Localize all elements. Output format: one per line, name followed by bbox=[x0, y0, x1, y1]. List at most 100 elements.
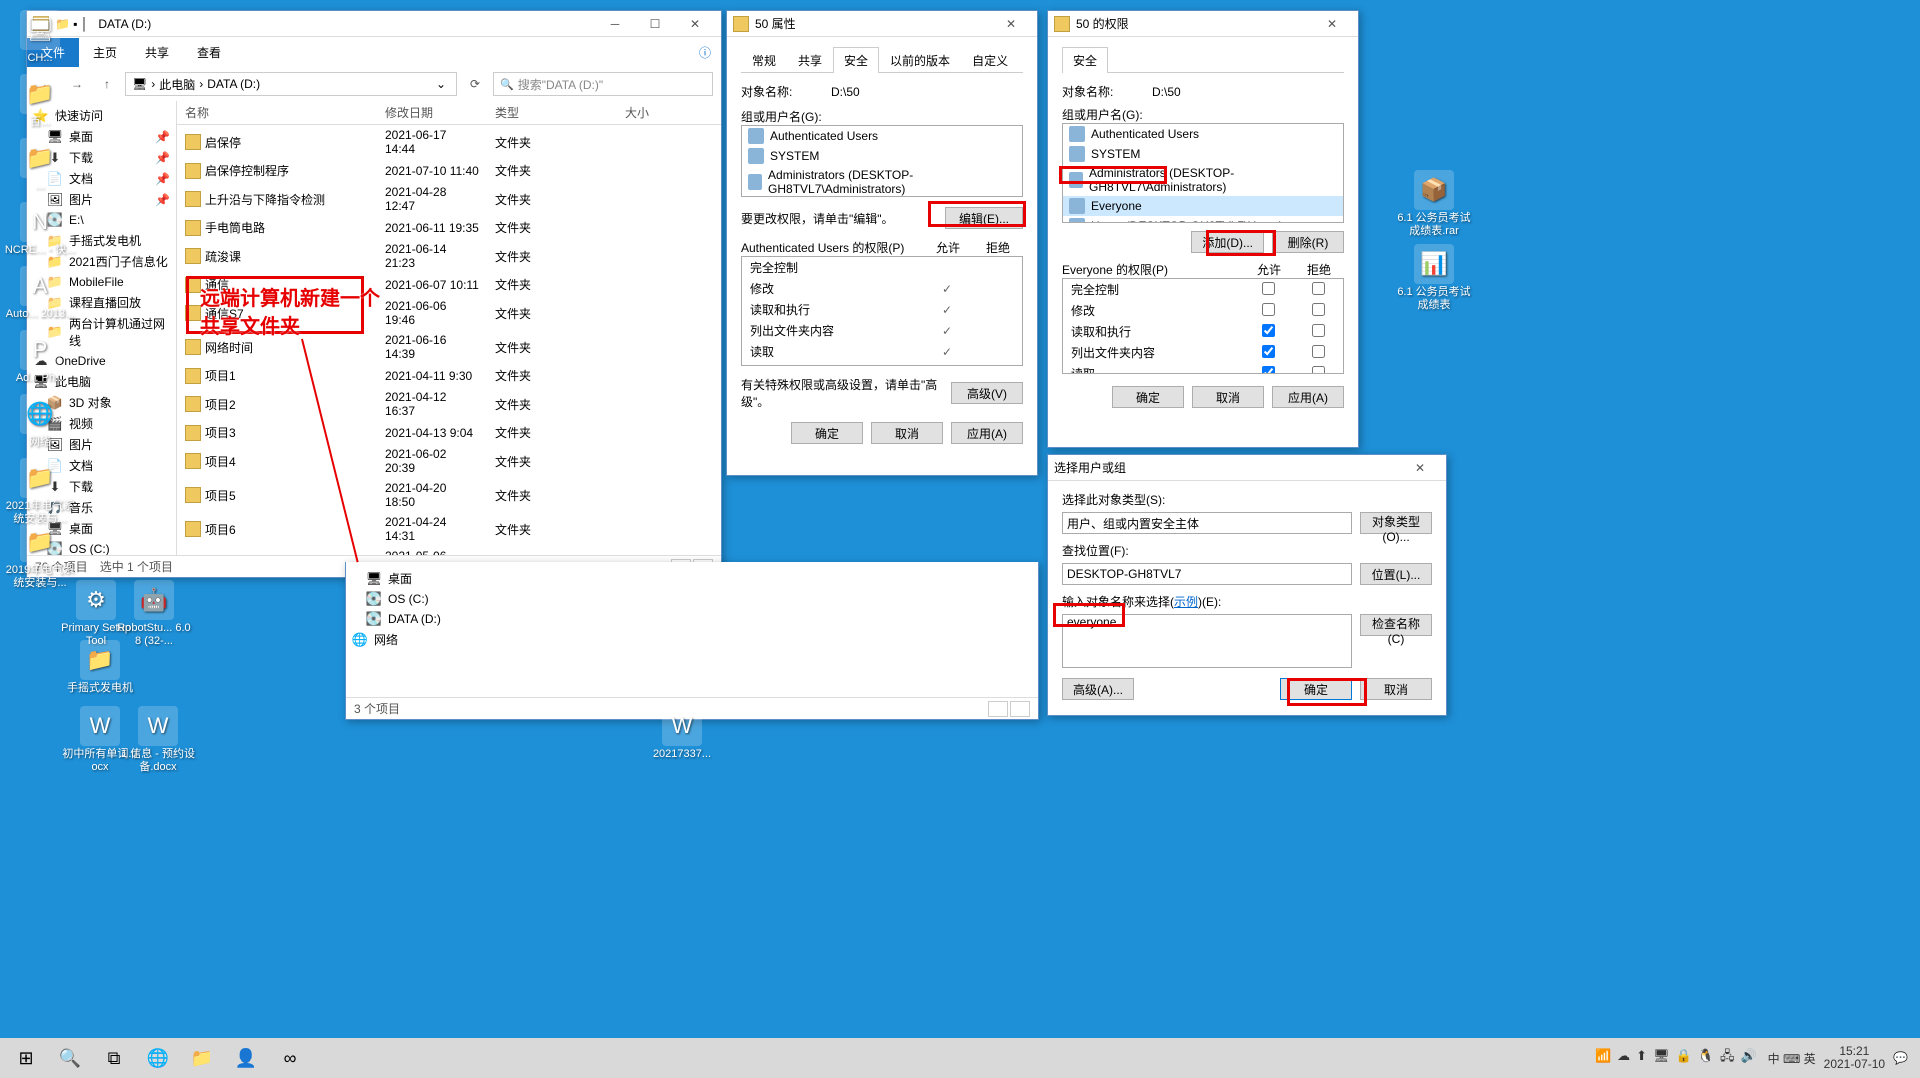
remove-button[interactable]: 删除(R) bbox=[1272, 231, 1344, 253]
desktop-icon[interactable]: NNCRE... - 快... bbox=[2, 202, 78, 257]
ok-button[interactable]: 确定 bbox=[791, 422, 863, 444]
desktop-icon[interactable]: 📦6.1 公务员考试成绩表.rar bbox=[1396, 170, 1472, 238]
tab[interactable]: 共享 bbox=[787, 47, 833, 73]
list-item[interactable]: Everyone bbox=[1063, 196, 1343, 216]
ribbon-tab[interactable]: 共享 bbox=[131, 38, 183, 67]
search-input[interactable]: 搜索"DATA (D:)" bbox=[493, 72, 713, 96]
titlebar[interactable]: 50 的权限 ✕ bbox=[1048, 11, 1358, 37]
file-row[interactable]: 启保停控制程序2021-07-10 11:40文件夹 bbox=[177, 159, 721, 182]
list-item[interactable]: Administrators (DESKTOP-GH8TVL7\Administ… bbox=[742, 166, 1022, 197]
desktop-icon[interactable]: 📁百... bbox=[2, 74, 78, 129]
ribbon-tab[interactable]: 主页 bbox=[79, 38, 131, 67]
tab-security[interactable]: 安全 bbox=[1062, 47, 1108, 73]
desktop-icon[interactable]: 🌐网络 bbox=[2, 394, 78, 449]
ok-button[interactable]: 确定 bbox=[1112, 386, 1184, 408]
task-view-button[interactable]: ⧉ bbox=[92, 1038, 136, 1078]
close-button[interactable]: ✕ bbox=[1400, 456, 1440, 480]
desktop-icon[interactable]: AAuto... 2013... bbox=[2, 266, 78, 321]
close-button[interactable]: ✕ bbox=[991, 12, 1031, 36]
file-row[interactable]: 通信2021-06-07 10:11文件夹 bbox=[177, 273, 721, 296]
check-names-button[interactable]: 检查名称(C) bbox=[1360, 614, 1432, 636]
example-link[interactable]: 示例 bbox=[1174, 595, 1198, 609]
list-item[interactable]: Authenticated Users bbox=[1063, 124, 1343, 144]
tab[interactable]: 安全 bbox=[833, 47, 879, 73]
desktop-icon[interactable]: PAd... Ph... bbox=[2, 330, 78, 385]
file-row[interactable]: 项目22021-04-12 16:37文件夹 bbox=[177, 387, 721, 421]
desktop-icon[interactable]: W1 信息 - 预约设备.docx bbox=[120, 706, 196, 774]
advanced-button[interactable]: 高级(A)... bbox=[1062, 678, 1134, 700]
file-row[interactable]: 通信S72021-06-06 19:46文件夹 bbox=[177, 296, 721, 330]
maximize-button[interactable]: ☐ bbox=[635, 12, 675, 36]
file-row[interactable]: 手电筒电路2021-06-11 19:35文件夹 bbox=[177, 216, 721, 239]
desktop-icon[interactable]: 📊6.1 公务员考试成绩表 bbox=[1396, 244, 1472, 312]
file-row[interactable]: 启保停2021-06-17 14:44文件夹 bbox=[177, 125, 721, 159]
desktop-icon[interactable]: 🤖RobotStu... 6.08 (32-... bbox=[116, 580, 192, 648]
file-row[interactable]: 项目62021-04-24 14:31文件夹 bbox=[177, 512, 721, 546]
sidebar-item[interactable]: 💽DATA (D:) bbox=[346, 609, 1038, 629]
file-row[interactable]: 上升沿与下降指令检测2021-04-28 12:47文件夹 bbox=[177, 182, 721, 216]
column-headers[interactable]: 名称 修改日期 类型 大小 bbox=[177, 101, 721, 125]
refresh-button[interactable]: ⟳ bbox=[463, 72, 487, 96]
ime-indicator[interactable]: 中 ⌨ 英 bbox=[1768, 1050, 1816, 1067]
apply-button[interactable]: 应用(A) bbox=[951, 422, 1023, 444]
file-row[interactable]: 网络时间2021-06-16 14:39文件夹 bbox=[177, 330, 721, 364]
list-item[interactable]: Authenticated Users bbox=[742, 126, 1022, 146]
desktop-icon[interactable]: W20217337... bbox=[644, 706, 720, 761]
start-button[interactable]: ⊞ bbox=[4, 1038, 48, 1078]
ribbon-tab[interactable]: 查看 bbox=[183, 38, 235, 67]
desktop-icon[interactable]: 📁手摇式发电机 bbox=[62, 640, 138, 695]
up-button[interactable]: ↑ bbox=[95, 72, 119, 96]
help-icon[interactable]: ⓘ bbox=[689, 44, 721, 61]
search-button[interactable]: 🔍 bbox=[48, 1038, 92, 1078]
permission-row[interactable]: 列出文件夹内容 bbox=[1063, 342, 1343, 363]
ok-button[interactable]: 确定 bbox=[1280, 678, 1352, 700]
file-row[interactable]: 项目32021-04-13 9:04文件夹 bbox=[177, 421, 721, 444]
list-item[interactable]: Administrators (DESKTOP-GH8TVL7\Administ… bbox=[1063, 164, 1343, 196]
permission-row[interactable]: 读取和执行 bbox=[1063, 321, 1343, 342]
desktop-icon[interactable]: 📁... bbox=[2, 138, 78, 193]
list-item[interactable]: SYSTEM bbox=[1063, 144, 1343, 164]
clock[interactable]: 15:212021-07-10 bbox=[1824, 1045, 1885, 1071]
titlebar[interactable]: 📁 ▪ │ DATA (D:) ─ ☐ ✕ bbox=[27, 11, 721, 37]
desktop-icon[interactable]: 📁2021年电气系统安装与... bbox=[2, 458, 78, 526]
titlebar[interactable]: 50 属性 ✕ bbox=[727, 11, 1037, 37]
object-type-button[interactable]: 对象类型(O)... bbox=[1360, 512, 1432, 534]
file-row[interactable]: 项目52021-04-20 18:50文件夹 bbox=[177, 478, 721, 512]
edit-button[interactable]: 编辑(E)... bbox=[945, 207, 1023, 229]
taskbar-app-1[interactable]: 👤 bbox=[224, 1038, 268, 1078]
permission-row[interactable]: 完全控制 bbox=[1063, 279, 1343, 300]
tab[interactable]: 以前的版本 bbox=[879, 47, 961, 73]
location-button[interactable]: 位置(L)... bbox=[1360, 563, 1432, 585]
permission-row[interactable]: 修改 bbox=[1063, 300, 1343, 321]
groups-listbox[interactable]: Authenticated UsersSYSTEMAdministrators … bbox=[1062, 123, 1344, 223]
tab[interactable]: 常规 bbox=[741, 47, 787, 73]
close-button[interactable]: ✕ bbox=[1312, 12, 1352, 36]
file-row[interactable]: 项目72021-05-06 19:41文件夹 bbox=[177, 546, 721, 555]
tab[interactable]: 自定义 bbox=[961, 47, 1019, 73]
titlebar[interactable]: 选择用户或组 ✕ bbox=[1048, 455, 1446, 481]
file-row[interactable]: 疏浚课2021-06-14 21:23文件夹 bbox=[177, 239, 721, 273]
groups-listbox[interactable]: Authenticated UsersSYSTEMAdministrators … bbox=[741, 125, 1023, 197]
add-button[interactable]: 添加(D)... bbox=[1191, 231, 1264, 253]
cancel-button[interactable]: 取消 bbox=[871, 422, 943, 444]
object-name-input[interactable] bbox=[1062, 614, 1352, 668]
taskbar-app-2[interactable]: ∞ bbox=[268, 1038, 312, 1078]
sidebar-item[interactable]: 💽OS (C:) bbox=[346, 589, 1038, 609]
permission-row[interactable]: 读取 bbox=[1063, 363, 1343, 374]
apply-button[interactable]: 应用(A) bbox=[1272, 386, 1344, 408]
close-button[interactable]: ✕ bbox=[675, 12, 715, 36]
notification-button[interactable]: 💬 bbox=[1893, 1051, 1908, 1065]
taskbar-edge[interactable]: 🌐 bbox=[136, 1038, 180, 1078]
cancel-button[interactable]: 取消 bbox=[1192, 386, 1264, 408]
sidebar-item[interactable]: 🌐网络 bbox=[346, 629, 1038, 650]
taskbar-explorer[interactable]: 📁 bbox=[180, 1038, 224, 1078]
file-row[interactable]: 项目12021-04-11 9:30文件夹 bbox=[177, 364, 721, 387]
sidebar-item[interactable]: 🖥桌面 bbox=[346, 568, 1038, 589]
list-item[interactable]: Users (DESKTOP-GH8TVL7\Users) bbox=[1063, 216, 1343, 223]
desktop-icon[interactable]: 🖥CH... bbox=[2, 10, 78, 65]
file-row[interactable]: 项目42021-06-02 20:39文件夹 bbox=[177, 444, 721, 478]
breadcrumb[interactable]: 🖥› 此电脑› DATA (D:) ⌄ bbox=[125, 72, 457, 96]
list-item[interactable]: SYSTEM bbox=[742, 146, 1022, 166]
advanced-button[interactable]: 高级(V) bbox=[951, 382, 1023, 404]
minimize-button[interactable]: ─ bbox=[595, 12, 635, 36]
